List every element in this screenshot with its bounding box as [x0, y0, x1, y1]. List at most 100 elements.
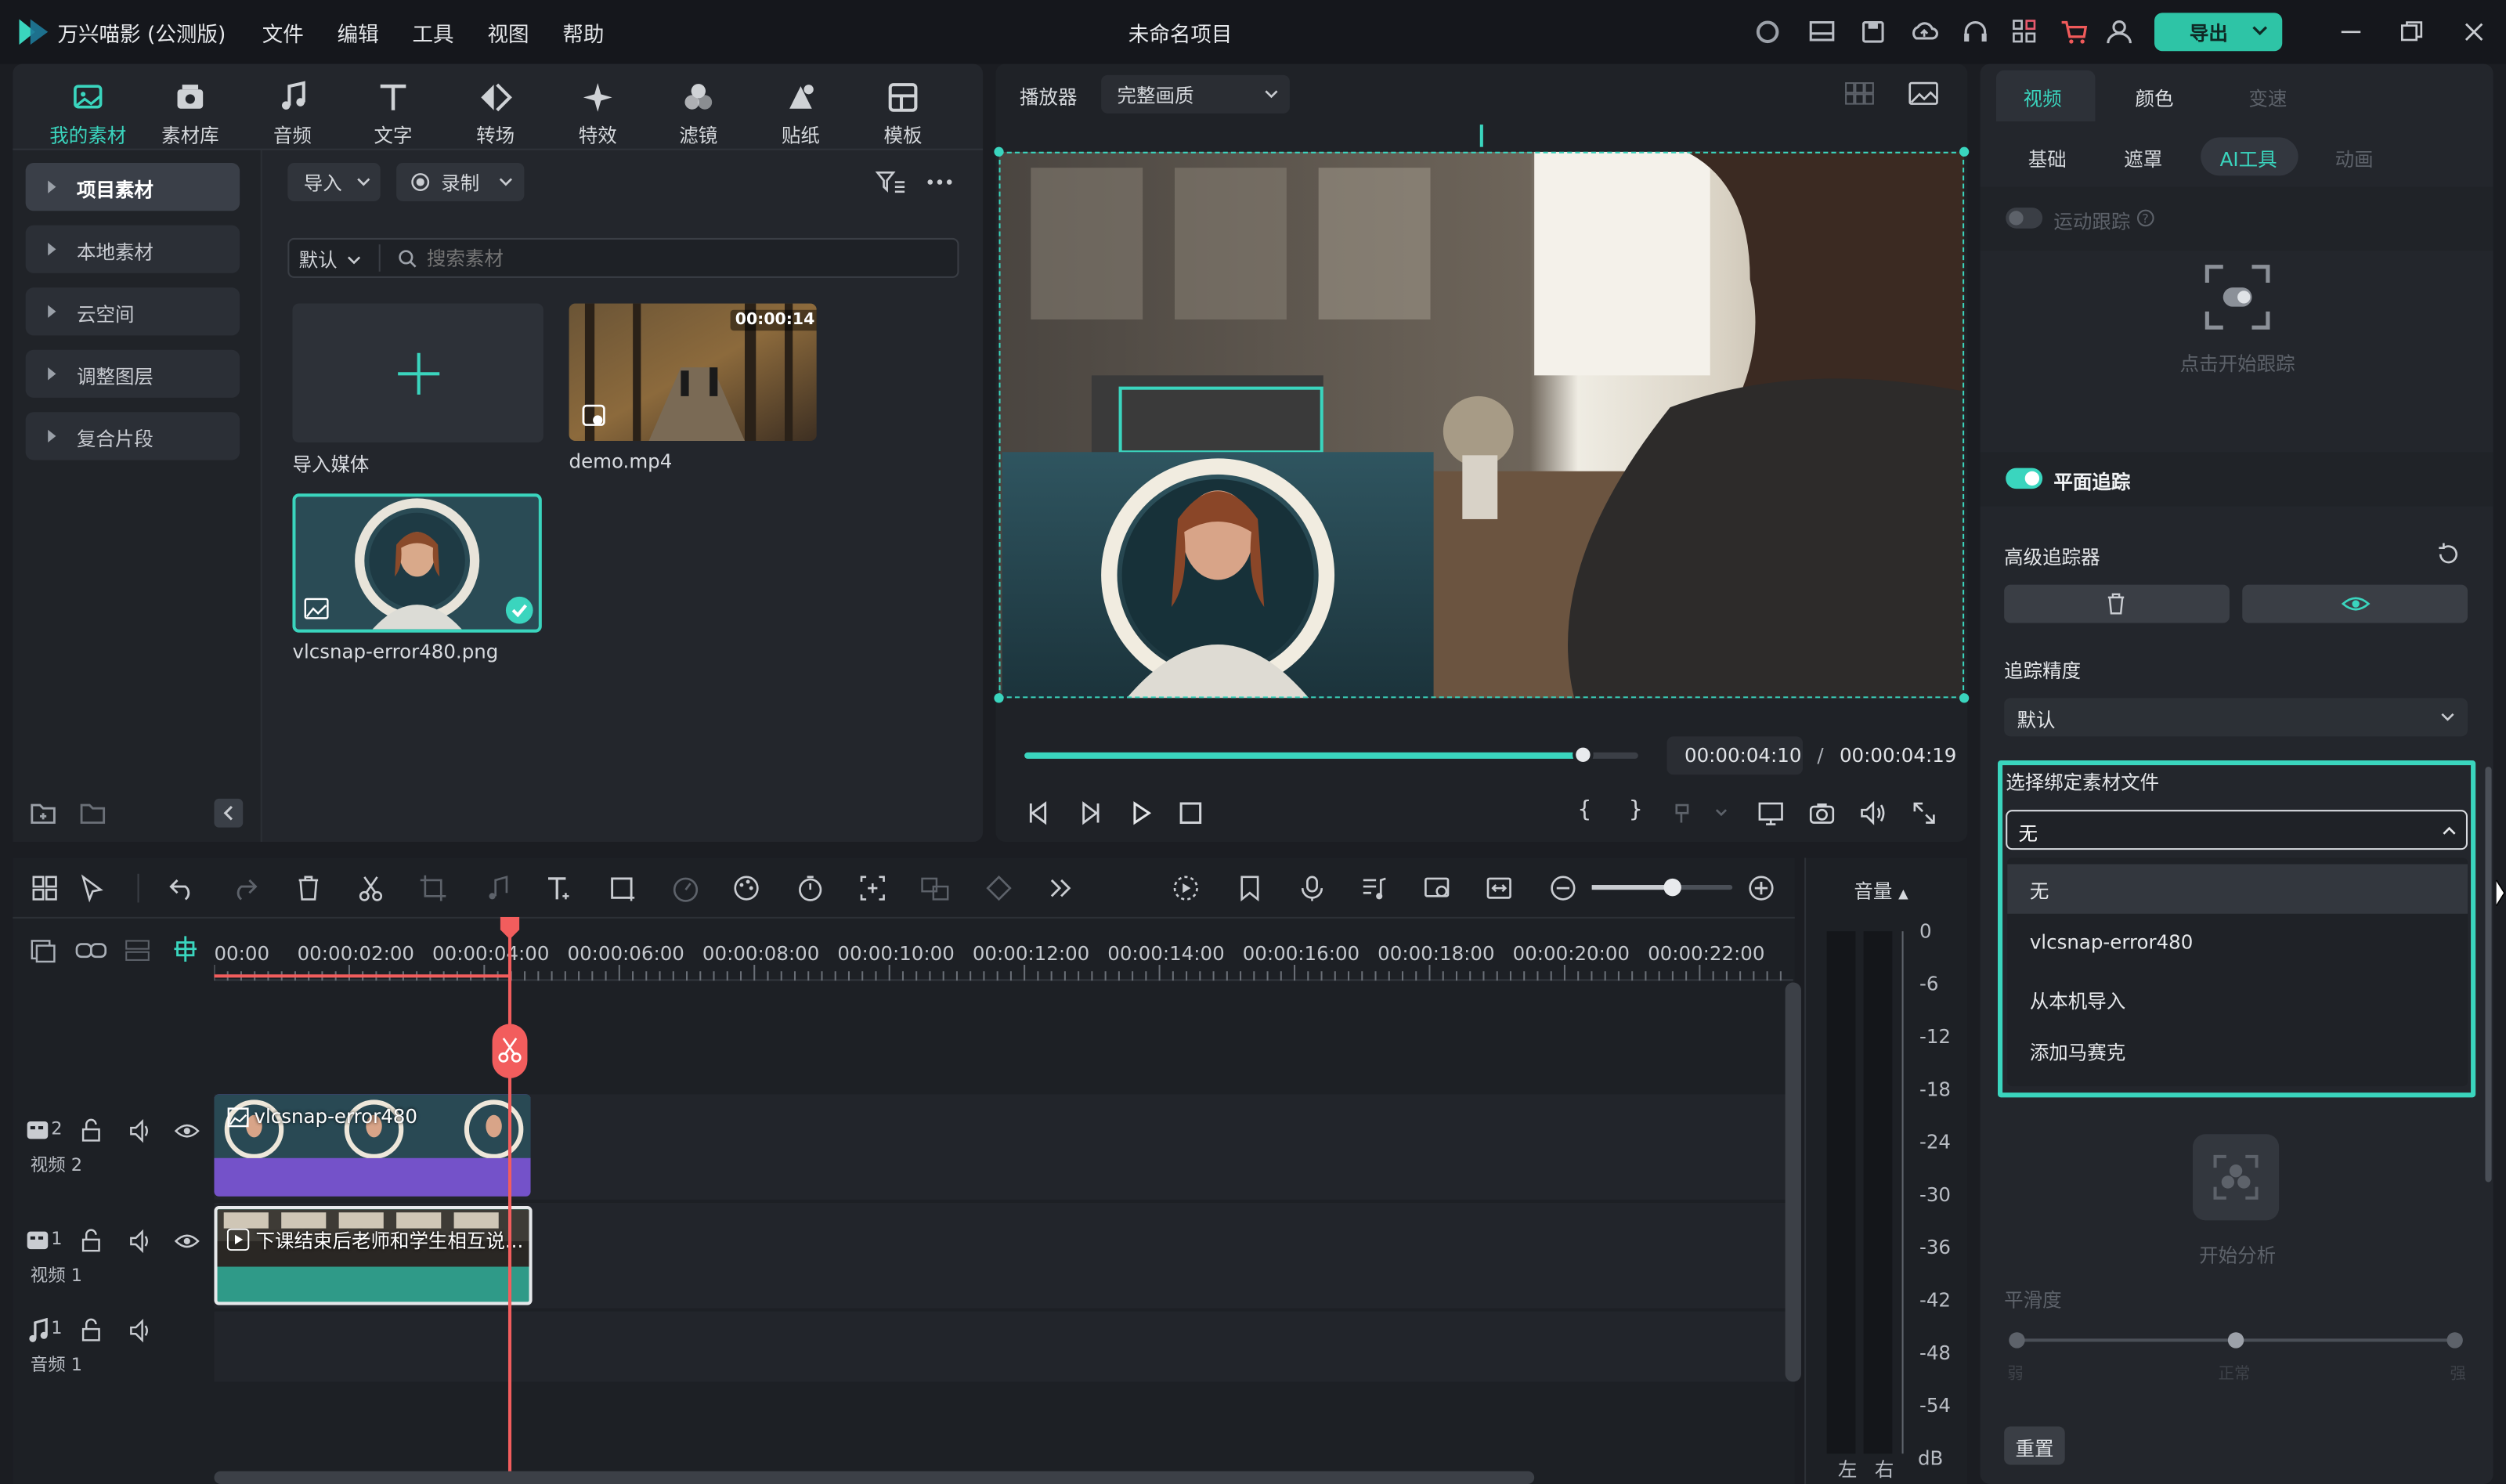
fullscreen-icon[interactable] [1910, 799, 1939, 828]
zoom-in-icon[interactable] [1747, 874, 1776, 903]
insert-options-icon[interactable] [1672, 799, 1733, 828]
restore-icon[interactable] [2397, 17, 2426, 46]
resize-handle[interactable] [994, 146, 1004, 157]
keyframe-icon[interactable] [984, 874, 1013, 903]
bind-option-import-local[interactable]: 从本机导入 [2030, 988, 2125, 1015]
preview-tracker-button[interactable] [2242, 584, 2468, 623]
properties-scrollbar[interactable] [2485, 767, 2492, 1183]
resize-handle[interactable] [1959, 146, 1970, 157]
bind-option-vlcsnap[interactable]: vlcsnap-error480 [2030, 931, 2193, 954]
stop-icon[interactable] [1176, 799, 1205, 828]
media-thumbnail-demo[interactable]: 00:00:14 [569, 303, 817, 441]
split-scissors-button[interactable] [492, 1024, 528, 1078]
eye-icon[interactable] [174, 1229, 200, 1255]
translate-icon[interactable] [921, 874, 950, 903]
audio-edit-icon[interactable] [482, 874, 511, 903]
cloud-upload-icon[interactable] [1910, 17, 1939, 46]
apps-grid-icon[interactable] [2010, 17, 2039, 46]
redo-icon[interactable] [230, 874, 259, 903]
layout-icon[interactable] [1807, 17, 1836, 46]
motion-tracking-toggle[interactable] [2006, 208, 2043, 229]
more-tools-icon[interactable] [1047, 874, 1076, 903]
link-icon[interactable] [75, 937, 107, 963]
bind-option-add-mosaic[interactable]: 添加马赛克 [2030, 1038, 2125, 1066]
snap-magnet-icon[interactable] [171, 934, 200, 963]
ai-crop-icon[interactable] [858, 874, 887, 903]
close-icon[interactable] [2460, 17, 2489, 46]
render-preview-icon[interactable] [1172, 874, 1201, 903]
bind-material-select[interactable]: 无 [2006, 810, 2468, 850]
export-button[interactable]: 导出 [2154, 13, 2283, 52]
fit-timeline-icon[interactable] [1485, 874, 1514, 903]
clip-classroom[interactable]: 下课结束后老师和学生相互说... [214, 1206, 533, 1305]
tab-effects[interactable]: 特效 [550, 77, 645, 149]
save-icon[interactable] [1858, 17, 1887, 46]
speaker-icon[interactable] [128, 1318, 153, 1344]
zoom-slider[interactable] [1591, 878, 1733, 897]
collapse-sidebar-button[interactable] [214, 798, 244, 828]
lock-icon[interactable] [78, 1318, 104, 1344]
audio-mix-icon[interactable] [1360, 874, 1389, 903]
delete-icon[interactable] [294, 874, 323, 903]
subtab-animation[interactable]: 动画 [2335, 146, 2374, 173]
mark-out-icon[interactable]: } [1629, 797, 1643, 823]
sidebar-item-cloud[interactable]: 云空间 [25, 287, 240, 336]
menu-file[interactable]: 文件 [262, 17, 304, 49]
record-status-icon[interactable] [1753, 17, 1782, 46]
add-track-icon[interactable] [29, 937, 58, 963]
pip-icon[interactable] [1422, 874, 1451, 903]
volume-icon[interactable] [1858, 799, 1887, 828]
text-add-icon[interactable] [545, 874, 574, 903]
media-thumbnail-vlcsnap[interactable] [292, 493, 542, 633]
lock-icon[interactable] [78, 1229, 104, 1255]
subtab-basic[interactable]: 基础 [2028, 146, 2067, 173]
menu-tools[interactable]: 工具 [413, 17, 454, 49]
help-icon[interactable]: ? [2136, 209, 2154, 227]
bind-option-none[interactable]: 无 [2030, 877, 2049, 904]
analyze-button[interactable] [2192, 1134, 2280, 1221]
smooth-slider-knob[interactable] [2227, 1332, 2244, 1349]
tab-templates[interactable]: 模板 [855, 77, 951, 149]
sidebar-item-adjustment-layer[interactable]: 调整图层 [25, 349, 240, 398]
marker-icon[interactable] [1236, 874, 1265, 903]
display-settings-icon[interactable] [1757, 799, 1786, 828]
camera-snapshot-icon[interactable] [1807, 799, 1836, 828]
motion-track-frame-icon[interactable] [2204, 264, 2271, 331]
timeline-vertical-scrollbar[interactable] [1785, 982, 1801, 1382]
lock-icon[interactable] [78, 1118, 104, 1144]
crop-icon[interactable] [419, 874, 448, 903]
menu-help[interactable]: 帮助 [562, 17, 604, 49]
headset-icon[interactable] [1961, 17, 1990, 46]
mark-in-icon[interactable]: { [1577, 797, 1591, 823]
tab-filters[interactable]: 滤镜 [651, 77, 746, 149]
reset-rotate-icon[interactable] [2436, 541, 2461, 567]
undo-icon[interactable] [168, 874, 197, 903]
tab-transition[interactable]: 转场 [447, 77, 543, 149]
tab-stickers[interactable]: 贴纸 [753, 77, 848, 149]
zoom-out-icon[interactable] [1549, 874, 1578, 903]
more-options-icon[interactable] [924, 168, 956, 197]
timer-icon[interactable] [796, 874, 825, 903]
resize-handle[interactable] [994, 693, 1004, 703]
tab-speed[interactable]: 变速 [2248, 85, 2287, 112]
new-folder-icon[interactable] [29, 799, 58, 828]
microphone-icon[interactable] [1298, 874, 1327, 903]
layout-grid-icon[interactable] [31, 874, 60, 903]
select-pointer-icon[interactable] [78, 874, 107, 903]
scissors-icon[interactable] [356, 874, 385, 903]
subtab-ai-tools[interactable]: AI工具 [2201, 137, 2298, 176]
track-manager-icon[interactable] [123, 937, 152, 963]
color-palette-icon[interactable] [732, 874, 761, 903]
tab-library[interactable]: 素材库 [143, 77, 238, 149]
reset-button[interactable]: 重置 [2004, 1426, 2065, 1465]
minimize-icon[interactable] [2337, 17, 2366, 46]
play-icon[interactable] [1127, 799, 1156, 828]
sidebar-item-compound-clip[interactable]: 复合片段 [25, 412, 240, 460]
tab-video[interactable]: 视频 [1995, 70, 2096, 122]
import-media-tile[interactable] [292, 303, 543, 443]
next-frame-icon[interactable] [1075, 799, 1104, 828]
previous-frame-icon[interactable] [1024, 799, 1053, 828]
timeline-horizontal-scrollbar[interactable] [214, 1471, 1535, 1484]
resize-handle[interactable] [1959, 693, 1970, 703]
playback-progress-track[interactable] [1024, 744, 1638, 766]
